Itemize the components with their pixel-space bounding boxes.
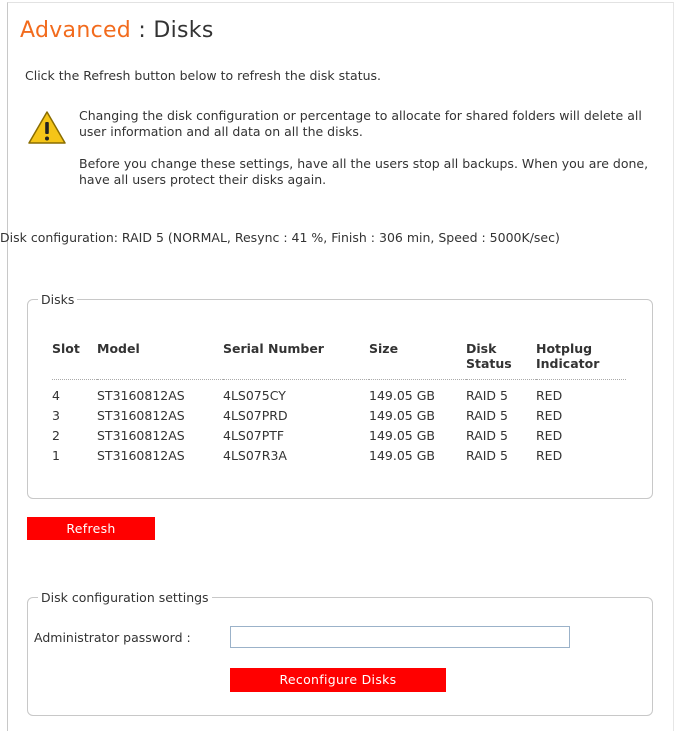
cell-slot: 3 (52, 408, 60, 423)
intro-text: Click the Refresh button below to refres… (25, 68, 382, 83)
cell-slot: 1 (52, 448, 60, 463)
disks-header-row: Slot Model Serial Number Size Disk Statu… (52, 341, 626, 380)
col-hotplug-label: Hotplug Indicator (536, 341, 600, 371)
warning-line-1: Changing the disk configuration or perce… (79, 108, 642, 139)
disk-configuration-status: Disk configuration: RAID 5 (NORMAL, Resy… (0, 230, 560, 245)
table-row: 2 ST3160812AS 4LS07PTF 149.05 GB RAID 5 … (52, 426, 626, 446)
admin-password-label: Administrator password : (34, 630, 191, 645)
title-separator: : (131, 18, 154, 43)
cell-size: 149.05 GB (369, 408, 435, 423)
cell-model: ST3160812AS (97, 428, 185, 443)
cell-serial: 4LS07PTF (223, 428, 285, 443)
warning-text: Changing the disk configuration or perce… (79, 108, 659, 204)
refresh-button[interactable]: Refresh (27, 517, 155, 540)
page-title: Advanced : Disks (20, 18, 214, 43)
col-disk-status: Disk Status (466, 341, 536, 380)
cell-status: RAID 5 (466, 408, 508, 423)
title-section: Advanced (20, 18, 132, 43)
cell-status: RAID 5 (466, 388, 508, 403)
col-size: Size (369, 341, 466, 380)
title-page: Disks (153, 18, 214, 43)
disks-table: Slot Model Serial Number Size Disk Statu… (52, 341, 626, 466)
cell-serial: 4LS075CY (223, 388, 286, 403)
cell-size: 149.05 GB (369, 448, 435, 463)
col-slot: Slot (52, 341, 97, 380)
cell-size: 149.05 GB (369, 388, 435, 403)
table-row: 4 ST3160812AS 4LS075CY 149.05 GB RAID 5 … (52, 380, 626, 407)
col-serial: Serial Number (223, 341, 369, 380)
disk-config-settings-legend: Disk configuration settings (41, 590, 209, 605)
cell-size: 149.05 GB (369, 428, 435, 443)
cell-model: ST3160812AS (97, 408, 185, 423)
cell-hotplug: RED (536, 448, 563, 463)
disks-panel: Disks Slot Model Serial Number Size Disk… (27, 292, 653, 499)
cell-serial: 4LS07PRD (223, 408, 288, 423)
warning-icon (28, 111, 66, 144)
cell-slot: 2 (52, 428, 60, 443)
col-model: Model (97, 341, 223, 380)
warning-line-2: Before you change these settings, have a… (79, 156, 649, 187)
cell-hotplug: RED (536, 428, 563, 443)
cell-status: RAID 5 (466, 448, 508, 463)
cell-status: RAID 5 (466, 428, 508, 443)
admin-password-input[interactable] (230, 626, 570, 648)
cell-hotplug: RED (536, 408, 563, 423)
table-row: 1 ST3160812AS 4LS07R3A 149.05 GB RAID 5 … (52, 446, 626, 466)
col-hotplug: Hotplug Indicator (536, 341, 626, 380)
col-disk-status-label: Disk Status (466, 341, 512, 371)
cell-slot: 4 (52, 388, 60, 403)
disks-legend: Disks (41, 292, 75, 307)
reconfigure-disks-button[interactable]: Reconfigure Disks (230, 668, 446, 692)
cell-model: ST3160812AS (97, 388, 185, 403)
disk-config-settings-panel: Disk configuration settings (27, 590, 653, 716)
table-row: 3 ST3160812AS 4LS07PRD 149.05 GB RAID 5 … (52, 406, 626, 426)
cell-hotplug: RED (536, 388, 563, 403)
cell-model: ST3160812AS (97, 448, 185, 463)
cell-serial: 4LS07R3A (223, 448, 287, 463)
